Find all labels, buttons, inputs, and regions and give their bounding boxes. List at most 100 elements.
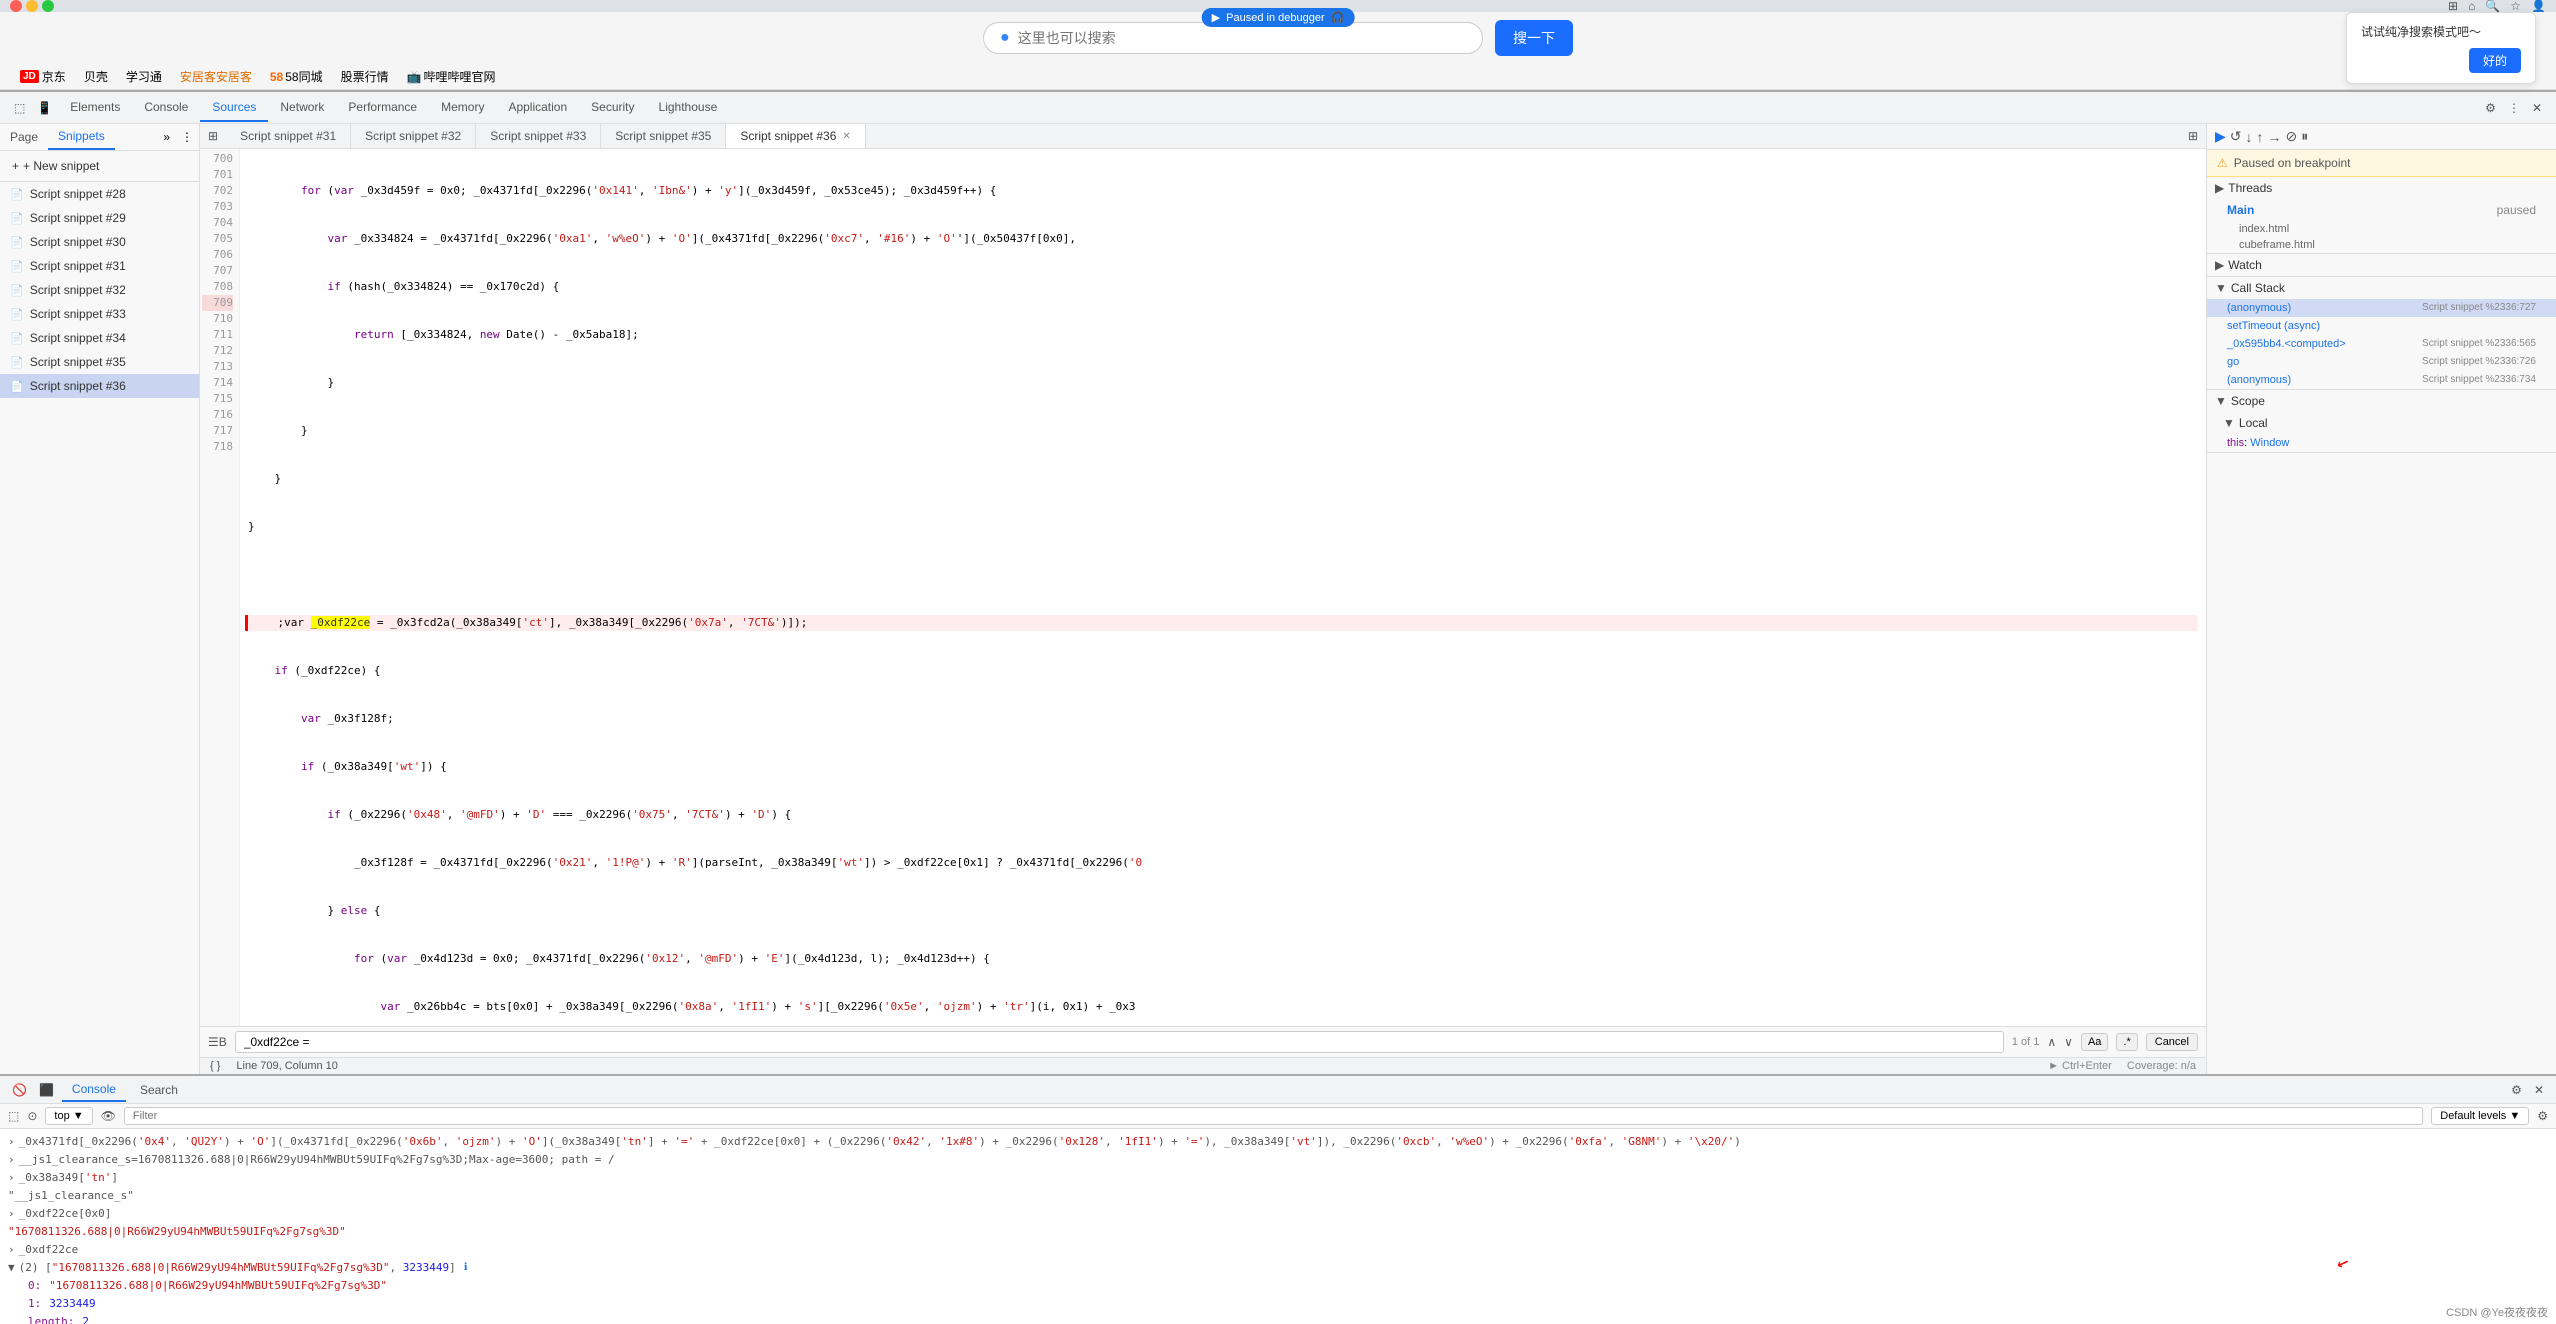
code-tab-33[interactable]: Script snippet #33 bbox=[476, 124, 601, 148]
clear-console-icon[interactable]: 🚫 bbox=[8, 1079, 31, 1101]
tab-security[interactable]: Security bbox=[579, 94, 646, 122]
code-tab-36[interactable]: Script snippet #36 ✕ bbox=[726, 124, 865, 148]
default-levels[interactable]: Default levels ▼ bbox=[2431, 1107, 2529, 1125]
element-picker-icon[interactable]: ⬚ bbox=[8, 97, 31, 119]
search-input[interactable] bbox=[235, 1031, 2004, 1053]
call-stack-anonymous-2[interactable]: (anonymous) Script snippet %2336:734 bbox=[2207, 371, 2556, 389]
tab-elements[interactable]: Elements bbox=[58, 94, 132, 122]
snippet-item-34[interactable]: 📄 Script snippet #34 bbox=[0, 326, 199, 350]
tab-sources[interactable]: Sources bbox=[200, 94, 268, 122]
devtools-close-icon[interactable]: ✕ bbox=[2526, 97, 2548, 119]
scope-header[interactable]: ▼ Scope bbox=[2207, 390, 2556, 412]
sidebar-tab-snippets[interactable]: Snippets bbox=[48, 124, 115, 150]
code-area-toggle[interactable]: ⊞ bbox=[200, 124, 226, 148]
eye-icon[interactable]: 👁 bbox=[101, 1109, 116, 1123]
search-input[interactable] bbox=[1018, 30, 1466, 46]
device-icon[interactable]: 📱 bbox=[31, 97, 58, 119]
minimize-button[interactable] bbox=[26, 0, 38, 12]
call-stack-computed[interactable]: _0x595bb4.<computed> Script snippet %233… bbox=[2207, 335, 2556, 353]
code-tab-31[interactable]: Script snippet #31 bbox=[226, 124, 351, 148]
resume-icon[interactable]: ▶ bbox=[2215, 128, 2226, 145]
expand-arrow[interactable]: › bbox=[8, 1170, 15, 1186]
tab-performance[interactable]: Performance bbox=[336, 94, 429, 122]
code-tab-35[interactable]: Script snippet #35 bbox=[601, 124, 726, 148]
console-toolbar-icon-1[interactable]: ⬚ bbox=[8, 1109, 19, 1123]
cancel-button[interactable]: Cancel bbox=[2146, 1033, 2198, 1051]
step-over-icon[interactable]: ↺ bbox=[2230, 128, 2242, 145]
call-stack-go[interactable]: go Script snippet %2336:726 bbox=[2207, 353, 2556, 371]
step-into-icon[interactable]: ↓ bbox=[2246, 129, 2253, 145]
watch-header[interactable]: ▶ Watch bbox=[2207, 254, 2556, 276]
close-button[interactable] bbox=[10, 0, 22, 12]
bookmark-jd[interactable]: JD 京东 bbox=[20, 68, 66, 85]
maximize-button[interactable] bbox=[42, 0, 54, 12]
tab-network[interactable]: Network bbox=[268, 94, 336, 122]
expand-arrow[interactable]: › bbox=[8, 1206, 15, 1222]
tab-application[interactable]: Application bbox=[496, 94, 579, 122]
thread-main[interactable]: Main paused bbox=[2207, 199, 2556, 221]
expand-arrow[interactable]: › bbox=[8, 1152, 15, 1168]
search-type-icon[interactable]: ☰B bbox=[208, 1035, 227, 1049]
snippet-item-29[interactable]: 📄 Script snippet #29 bbox=[0, 206, 199, 230]
tab-console[interactable]: Console bbox=[132, 94, 200, 122]
call-stack-header[interactable]: ▼ Call Stack bbox=[2207, 277, 2556, 299]
match-case-icon[interactable]: Aa bbox=[2081, 1033, 2108, 1051]
tab-memory[interactable]: Memory bbox=[429, 94, 496, 122]
local-scope-header[interactable]: ▼ Local bbox=[2207, 412, 2556, 434]
console-tab-console[interactable]: Console bbox=[62, 1078, 126, 1102]
console-settings-icon-2[interactable]: ⚙ bbox=[2537, 1109, 2548, 1123]
settings-icon[interactable]: ⚙ bbox=[2479, 97, 2502, 119]
regex-icon[interactable]: .* bbox=[2116, 1033, 2137, 1051]
code-line-705: } bbox=[248, 423, 2198, 439]
close-tab-icon[interactable]: ✕ bbox=[842, 131, 850, 142]
search-down-icon[interactable]: ∨ bbox=[2064, 1035, 2073, 1049]
console-close-icon[interactable]: ✕ bbox=[2530, 1079, 2548, 1101]
bookmark-stock[interactable]: 股票行情 bbox=[341, 68, 389, 85]
snippet-item-30[interactable]: 📄 Script snippet #30 bbox=[0, 230, 199, 254]
search-button[interactable]: 搜一下 bbox=[1495, 20, 1573, 56]
scope-this[interactable]: this: Window bbox=[2207, 434, 2556, 452]
expand-arrow[interactable]: ▼ bbox=[8, 1260, 15, 1276]
new-tab-icon[interactable]: ⊞ bbox=[2188, 129, 2198, 143]
step-icon[interactable]: → bbox=[2268, 129, 2282, 145]
tab-lighthouse[interactable]: Lighthouse bbox=[647, 94, 730, 122]
bookmark-bilibili[interactable]: 📺哔哩哔哩官网 bbox=[407, 68, 496, 85]
context-selector[interactable]: top ▼ bbox=[45, 1107, 92, 1125]
new-snippet-button[interactable]: + + New snippet bbox=[4, 155, 195, 177]
call-stack-settimeout[interactable]: setTimeout (async) bbox=[2207, 317, 2556, 335]
bookmark-anjuke[interactable]: 安居客安居客 bbox=[180, 68, 252, 85]
info-icon[interactable]: ℹ bbox=[464, 1260, 468, 1276]
deactivate-breakpoints-icon[interactable]: ⊘ bbox=[2286, 128, 2298, 145]
promo-ok-button[interactable]: 好的 bbox=[2469, 48, 2521, 73]
expand-arrow[interactable]: › bbox=[8, 1134, 15, 1150]
bookmark-58[interactable]: 5858同城 bbox=[270, 68, 323, 85]
search-up-icon[interactable]: ∧ bbox=[2047, 1035, 2056, 1049]
threads-header[interactable]: ▶ Threads bbox=[2207, 177, 2556, 199]
code-tab-32[interactable]: Script snippet #32 bbox=[351, 124, 476, 148]
snippet-item-33[interactable]: 📄 Script snippet #33 bbox=[0, 302, 199, 326]
call-stack-anonymous-1[interactable]: (anonymous) Script snippet %2336:727 bbox=[2207, 299, 2556, 317]
code-lines[interactable]: for (var _0x3d459f = 0x0; _0x4371fd[_0x2… bbox=[240, 149, 2206, 1026]
console-filter-icon[interactable]: ⬛ bbox=[35, 1079, 58, 1101]
bookmark-xuexi[interactable]: 学习通 bbox=[126, 68, 162, 85]
snippet-item-31[interactable]: 📄 Script snippet #31 bbox=[0, 254, 199, 278]
console-toolbar-icon-2[interactable]: ⊙ bbox=[27, 1109, 37, 1123]
sidebar-tab-page[interactable]: Page bbox=[0, 125, 48, 149]
sidebar-chevron[interactable]: » bbox=[158, 125, 175, 149]
snippet-item-28[interactable]: 📄 Script snippet #28 bbox=[0, 182, 199, 206]
pause-exceptions-icon[interactable]: ⏸ bbox=[2301, 128, 2308, 145]
console-tab-search[interactable]: Search bbox=[130, 1079, 188, 1101]
sidebar-more[interactable]: ⋮ bbox=[175, 128, 199, 146]
format-icon[interactable]: { } bbox=[210, 1060, 220, 1072]
expand-arrow[interactable]: › bbox=[8, 1242, 15, 1258]
console-filter-input[interactable] bbox=[124, 1107, 2423, 1125]
console-settings-icon[interactable]: ⚙ bbox=[2507, 1079, 2526, 1101]
step-out-icon[interactable]: ↑ bbox=[2257, 129, 2264, 145]
array-value-1: 3233449 bbox=[49, 1296, 95, 1312]
more-icon[interactable]: ⋮ bbox=[2502, 97, 2526, 119]
snippet-item-35[interactable]: 📄 Script snippet #35 bbox=[0, 350, 199, 374]
bookmark-beike[interactable]: 贝壳 bbox=[84, 68, 108, 85]
snippet-item-36[interactable]: 📄 Script snippet #36 bbox=[0, 374, 199, 398]
code-line-703: return [_0x334824, new Date() - _0x5aba1… bbox=[248, 327, 2198, 343]
snippet-item-32[interactable]: 📄 Script snippet #32 bbox=[0, 278, 199, 302]
